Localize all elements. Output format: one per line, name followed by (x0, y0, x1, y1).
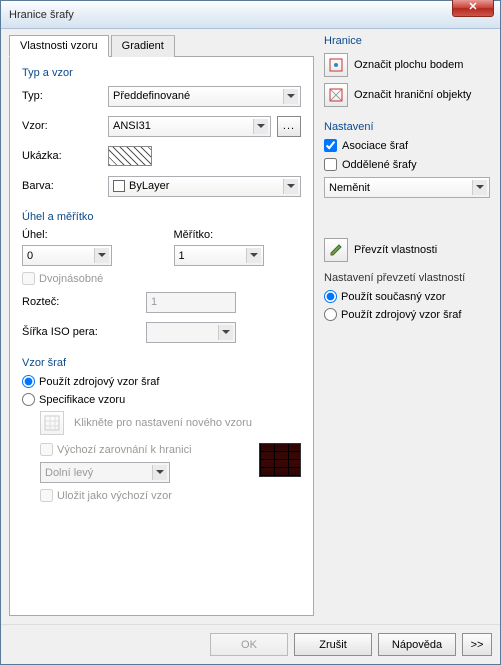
radio-use-source-hatch[interactable]: Použít zdrojový vzor šraf (324, 308, 492, 321)
brick-preview (259, 443, 301, 477)
new-pattern-hint: Klikněte pro nastavení nového vzoru (74, 417, 252, 429)
tab-strip: Vlastnosti vzoru Gradient (9, 35, 314, 57)
label-sample: Ukázka: (22, 150, 108, 162)
expand-button[interactable]: >> (462, 633, 492, 656)
chevron-down-icon (218, 325, 233, 340)
color-select[interactable]: ByLayer (108, 176, 301, 197)
window-title: Hranice šrafy (9, 9, 74, 21)
close-icon: ✕ (468, 1, 477, 13)
ok-button: OK (210, 633, 288, 656)
chevron-down-icon (253, 119, 268, 134)
radio-use-current[interactable]: Použít současný vzor (324, 290, 492, 303)
main-panel: Typ a vzor Typ: Předdefinované Vzor: ANS… (9, 56, 314, 616)
radio-spec-pattern[interactable]: Specifikace vzoru (22, 393, 301, 406)
iso-pen-select (146, 322, 236, 343)
group-hatch-pattern: Vzor šraf (22, 357, 301, 369)
pattern-swatch[interactable] (108, 146, 152, 166)
label-scale: Měřítko: (174, 229, 302, 241)
chevron-down-icon (283, 89, 298, 104)
group-type-and-pattern: Typ a vzor (22, 67, 301, 79)
chevron-down-icon (94, 248, 109, 263)
inherit-button[interactable] (324, 238, 348, 262)
angle-select[interactable]: 0 (22, 245, 112, 266)
pattern-select[interactable]: ANSI31 (108, 116, 271, 137)
group-inherit-settings: Nastavení převzetí vlastností (324, 272, 492, 284)
type-select[interactable]: Předdefinované (108, 86, 301, 107)
group-boundary: Hranice (324, 35, 492, 47)
chevron-down-icon (246, 248, 261, 263)
group-settings: Nastavení (324, 121, 492, 133)
titlebar: Hranice šrafy ✕ (1, 1, 500, 29)
inherit-label: Převzít vlastnosti (354, 244, 437, 256)
label-angle: Úhel: (22, 229, 150, 241)
save-default-checkbox: Uložit jako výchozí vzor (40, 489, 249, 502)
radio-use-source-pattern[interactable]: Použít zdrojový vzor šraf (22, 375, 301, 388)
close-button[interactable]: ✕ (452, 0, 494, 17)
draw-order-select[interactable]: Neměnit (324, 177, 490, 198)
group-angle-and-scale: Úhel a měřítko (22, 211, 301, 223)
tab-pattern-properties[interactable]: Vlastnosti vzoru (9, 35, 109, 57)
select-objects-label: Označit hraniční objekty (354, 89, 471, 101)
scale-select[interactable]: 1 (174, 245, 264, 266)
tab-gradient[interactable]: Gradient (111, 35, 175, 57)
label-spacing: Rozteč: (22, 296, 108, 308)
chevron-down-icon (152, 465, 167, 480)
color-swatch-icon (113, 180, 125, 192)
footer: OK Zrušit Nápověda >> (1, 624, 500, 664)
pick-point-button[interactable] (324, 53, 348, 77)
cancel-button[interactable]: Zrušit (294, 633, 372, 656)
pick-point-icon (328, 57, 344, 73)
label-pattern: Vzor: (22, 120, 108, 132)
double-checkbox: Dvojnásobné (22, 272, 301, 285)
pick-point-label: Označit plochu bodem (354, 59, 463, 71)
hatch-icon (44, 415, 60, 431)
new-pattern-button (40, 411, 64, 435)
chevron-down-icon (472, 180, 487, 195)
select-objects-icon (328, 87, 344, 103)
spacing-input: 1 (146, 292, 236, 313)
browse-pattern-button[interactable]: ... (277, 116, 301, 137)
default-align-checkbox: Výchozí zarovnání k hranici (40, 443, 249, 456)
label-color: Barva: (22, 180, 108, 192)
assoc-checkbox[interactable]: Asociace šraf (324, 139, 492, 152)
chevron-down-icon (283, 179, 298, 194)
select-objects-button[interactable] (324, 83, 348, 107)
label-type: Typ: (22, 90, 108, 102)
label-iso-pen: Šířka ISO pera: (22, 326, 132, 338)
pencil-icon (328, 242, 344, 258)
align-select: Dolní levý (40, 462, 170, 483)
help-button[interactable]: Nápověda (378, 633, 456, 656)
separate-checkbox[interactable]: Oddělené šrafy (324, 158, 492, 171)
